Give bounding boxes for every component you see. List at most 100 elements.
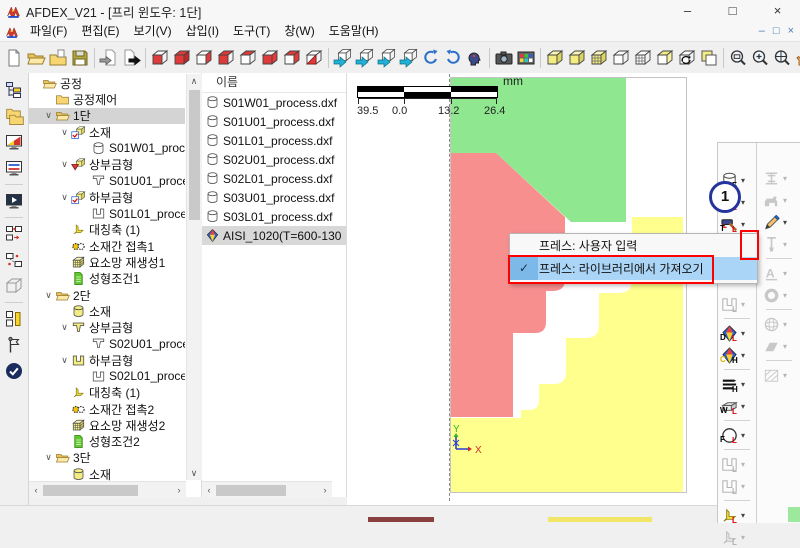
- tree-item-file[interactable]: S02U01_process.dxf: [29, 336, 185, 352]
- menu-item[interactable]: 보기(V): [126, 22, 178, 41]
- object-list-button[interactable]: [2, 306, 26, 332]
- dropdown-arrow-icon[interactable]: ▾: [783, 371, 787, 380]
- zoom-extents-button[interactable]: [771, 46, 793, 70]
- tree-item-material[interactable]: 소재: [29, 466, 185, 482]
- separator[interactable]: [325, 46, 332, 70]
- file-item[interactable]: S02U01_process.dxf: [202, 150, 346, 169]
- axis-l-button[interactable]: L ▾: [720, 526, 754, 548]
- separator[interactable]: [2, 181, 26, 188]
- save-button[interactable]: [69, 46, 91, 70]
- tree-item-contact[interactable]: 소재간 접촉1: [29, 238, 185, 254]
- new-button[interactable]: [3, 46, 25, 70]
- dropdown-arrow-icon[interactable]: ▾: [783, 218, 787, 227]
- mdi-close-button[interactable]: ×: [788, 24, 794, 38]
- open-project-button[interactable]: [47, 46, 69, 70]
- tree-item-stage1[interactable]: ∨ 1단: [29, 108, 185, 124]
- mdi-minimize-button[interactable]: –: [759, 24, 765, 38]
- scrollbar-thumb[interactable]: [189, 90, 200, 220]
- file-item[interactable]: S01W01_process.dxf: [202, 93, 346, 112]
- chevron-icon[interactable]: ∨: [42, 290, 55, 301]
- tree-item-forming-cond[interactable]: 성형조건1: [29, 271, 185, 287]
- axis-l-button[interactable]: L ▾: [720, 504, 754, 526]
- file-item[interactable]: S01U01_process.dxf: [202, 112, 346, 131]
- chevron-icon[interactable]: ∨: [42, 110, 55, 121]
- file-item[interactable]: S01L01_process.dxf: [202, 131, 346, 150]
- chevron-icon[interactable]: ∨: [58, 127, 71, 138]
- copy-cube-button[interactable]: [698, 46, 720, 70]
- tree-item-file[interactable]: S01L01_process.dxf: [29, 205, 185, 221]
- tree-item-file[interactable]: S01W01_process.dxf: [29, 140, 185, 156]
- scroll-right-arrow[interactable]: ›: [172, 483, 186, 497]
- wire-object-button[interactable]: [2, 273, 26, 299]
- tree-item-lower-die[interactable]: ∨ 하부금형: [29, 189, 185, 205]
- object-front-right-red-button[interactable]: [259, 46, 281, 70]
- snapshot-button[interactable]: [493, 46, 515, 70]
- material-cih-button[interactable]: C H ▾: [720, 344, 754, 366]
- separator[interactable]: ▾: [720, 417, 754, 424]
- separator[interactable]: ▾: [762, 306, 796, 313]
- tree-item-sym-axis[interactable]: 대칭축 (1): [29, 385, 185, 401]
- tree-item-upper-die[interactable]: ∨ 상부금형: [29, 156, 185, 172]
- file-list-header[interactable]: 이름: [202, 73, 346, 93]
- tree-view-button[interactable]: [2, 77, 26, 103]
- separator[interactable]: [720, 46, 727, 70]
- dropdown-arrow-icon[interactable]: ▾: [783, 291, 787, 300]
- menu-item[interactable]: 파일(F): [23, 22, 74, 41]
- tree-item-stage2[interactable]: ∨ 2단: [29, 287, 185, 303]
- export-button[interactable]: [120, 46, 142, 70]
- chevron-icon[interactable]: ∨: [42, 452, 55, 463]
- separator[interactable]: [486, 46, 493, 70]
- mesh-cube-button[interactable]: [588, 46, 610, 70]
- file-item-material[interactable]: AISI_1020(T=600-130: [202, 226, 346, 245]
- separator[interactable]: ▾: [762, 357, 796, 364]
- scrollbar-thumb[interactable]: [43, 485, 138, 496]
- object-top-front-red-button[interactable]: [215, 46, 237, 70]
- minimize-button[interactable]: –: [665, 0, 710, 22]
- object-top-red-button[interactable]: [237, 46, 259, 70]
- object-top-right-red-button[interactable]: [281, 46, 303, 70]
- file-item[interactable]: S02L01_process.dxf: [202, 169, 346, 188]
- close-button[interactable]: ×: [755, 0, 800, 22]
- heat-lines-button[interactable]: H ▾: [720, 373, 754, 395]
- folders-button[interactable]: [2, 103, 26, 129]
- tree-item-file[interactable]: S01U01_process.dxf: [29, 173, 185, 189]
- polygon-button[interactable]: ▾: [762, 335, 796, 357]
- object-view-button[interactable]: [464, 46, 486, 70]
- dropdown-arrow-icon[interactable]: ▾: [741, 329, 745, 338]
- move-object-button[interactable]: [398, 46, 420, 70]
- press-frame-button[interactable]: ▾: [762, 167, 796, 189]
- wire-cube-button[interactable]: [610, 46, 632, 70]
- dropdown-arrow-icon[interactable]: ▾: [783, 240, 787, 249]
- menu-item[interactable]: 도움말(H): [322, 22, 386, 41]
- open-button[interactable]: [25, 46, 47, 70]
- separator[interactable]: [537, 46, 544, 70]
- object-front-red-button[interactable]: [149, 46, 171, 70]
- scroll-left-arrow[interactable]: ‹: [29, 483, 43, 497]
- chevron-icon[interactable]: ∨: [58, 355, 71, 366]
- probe-button[interactable]: [2, 332, 26, 358]
- dropdown-arrow-icon[interactable]: ▾: [741, 351, 745, 360]
- display-dark-button[interactable]: [2, 188, 26, 214]
- tree-item-remesh[interactable]: 요소망 재생성2: [29, 417, 185, 433]
- dropdown-arrow-icon[interactable]: ▾: [783, 320, 787, 329]
- dropdown-arrow-icon[interactable]: ▾: [783, 174, 787, 183]
- dropdown-arrow-icon[interactable]: ▾: [741, 402, 745, 411]
- separator[interactable]: ▾: [720, 446, 754, 453]
- zoom-window-button[interactable]: [727, 46, 749, 70]
- import-button[interactable]: [98, 46, 120, 70]
- menu-item[interactable]: 편집(E): [74, 22, 126, 41]
- hatch-button[interactable]: ▾: [762, 364, 796, 386]
- separator[interactable]: ▾: [720, 497, 754, 504]
- tree-item-remesh[interactable]: 요소망 재생성1: [29, 254, 185, 270]
- rotate-ccw-button[interactable]: [420, 46, 442, 70]
- chevron-icon[interactable]: ∨: [58, 192, 71, 203]
- separator[interactable]: ▾: [720, 366, 754, 373]
- die-tool-button[interactable]: L ▾: [720, 293, 754, 315]
- separator[interactable]: ▾: [720, 315, 754, 322]
- separator[interactable]: [2, 299, 26, 306]
- dropdown-arrow-icon[interactable]: ▾: [741, 300, 745, 309]
- top-shaded-cube-button[interactable]: [654, 46, 676, 70]
- scroll-left-arrow[interactable]: ‹: [202, 483, 216, 497]
- scroll-up-arrow[interactable]: ∧: [187, 74, 201, 88]
- globe-button[interactable]: ▾: [762, 313, 796, 335]
